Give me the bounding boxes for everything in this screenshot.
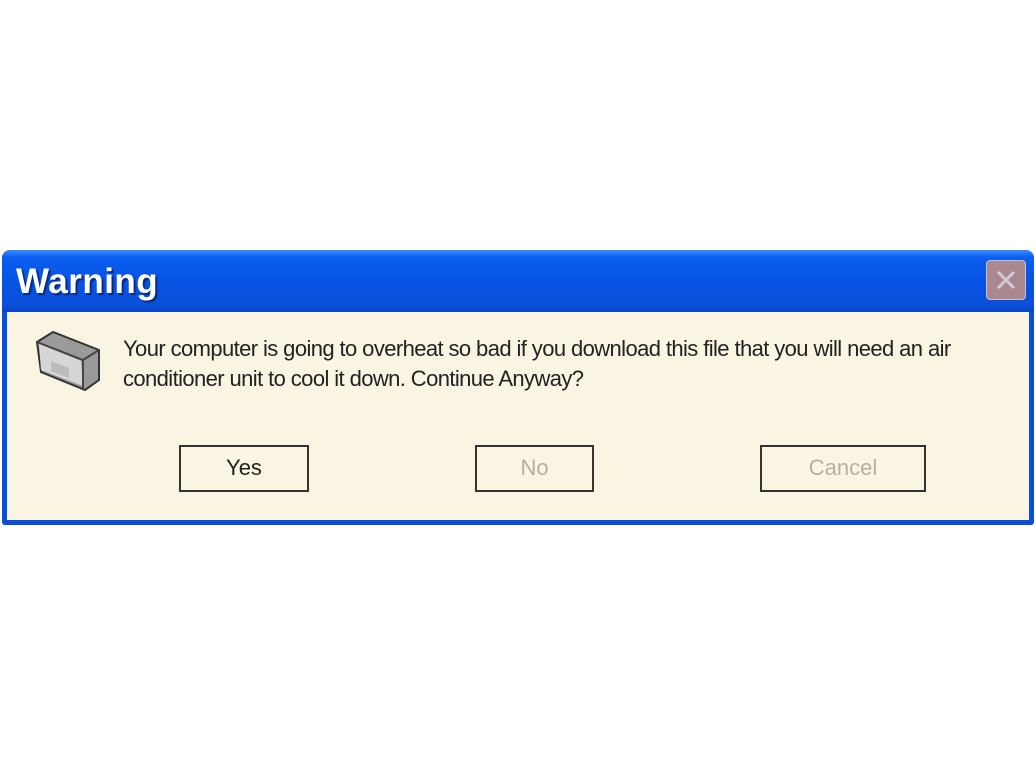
title-bar[interactable]: Warning	[2, 250, 1034, 312]
close-icon	[996, 270, 1016, 290]
close-button[interactable]	[986, 260, 1026, 300]
no-button[interactable]: No	[475, 445, 594, 492]
warning-dialog: Warning Your computer is going to overhe…	[2, 250, 1034, 525]
dialog-body: Your computer is going to overheat so ba…	[7, 312, 1029, 520]
cancel-button[interactable]: Cancel	[760, 445, 926, 492]
yes-button[interactable]: Yes	[179, 445, 309, 492]
air-conditioner-icon	[35, 330, 100, 392]
dialog-message: Your computer is going to overheat so ba…	[123, 336, 951, 391]
dialog-title: Warning	[16, 262, 159, 301]
